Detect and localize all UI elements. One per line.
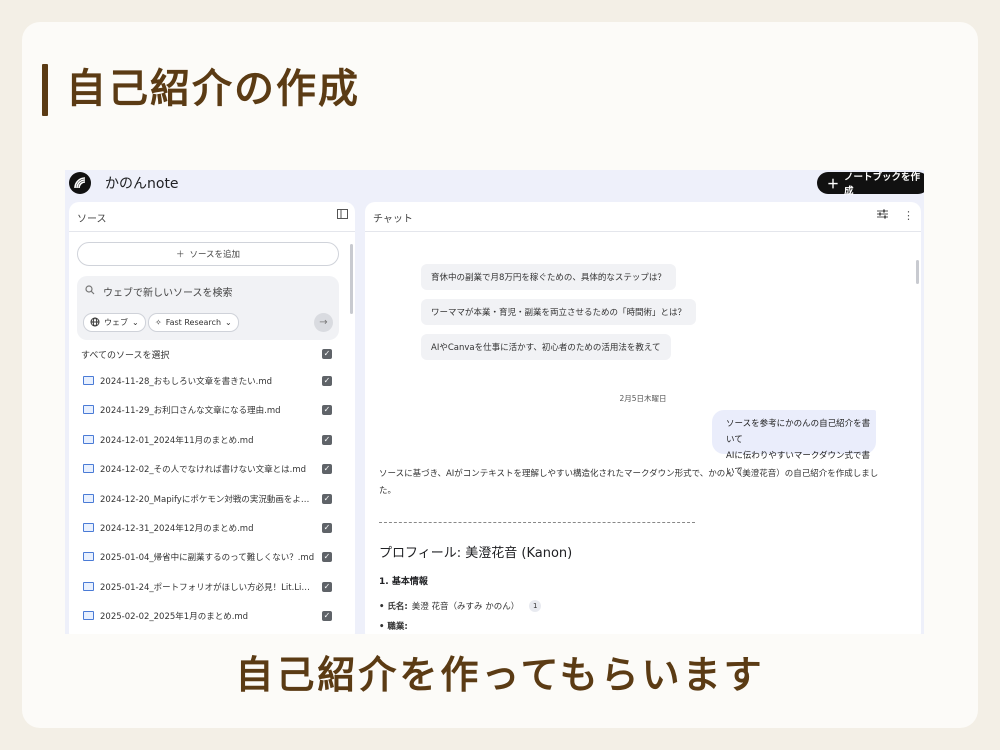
settings-sliders-icon[interactable] (877, 209, 888, 222)
suggested-question[interactable]: 育休中の副業で月8万円を稼ぐための、具体的なステップは？ (421, 264, 676, 290)
source-checkbox[interactable]: ✓ (322, 405, 332, 416)
app-logo-icon[interactable] (69, 172, 91, 194)
source-item[interactable]: 2024-12-20_Mapifyにポケモン対戦の実況動画をよみ... ✓ (69, 490, 355, 519)
section-heading: 1. 基本情報 (379, 577, 428, 587)
markdown-divider (379, 522, 695, 523)
add-source-label: ソースを追加 (189, 250, 241, 260)
markdown-file-icon (83, 581, 94, 591)
web-chip-label: ウェブ (104, 318, 128, 327)
source-item[interactable]: 2024-12-01_2024年11月のまとめ.md ✓ (69, 431, 355, 460)
search-placeholder: ウェブで新しいソースを検索 (103, 288, 233, 299)
new-notebook-button[interactable]: ＋ ノートブックを作成 (817, 172, 924, 197)
markdown-file-icon (83, 611, 94, 621)
arrow-right-icon: → (319, 317, 328, 328)
user-message-line: ソースを参考にかのんの自己紹介を書いて (726, 419, 871, 445)
source-list: 2024-11-28_おもしろい文章を書きたい.md ✓ 2024-11-29_お… (69, 372, 355, 634)
search-input[interactable]: ウェブで新しいソースを検索 (85, 284, 233, 299)
name-value: 美澄 花音（みすみ かのん） (411, 602, 520, 612)
chat-panel-title: チャット (373, 214, 413, 225)
job-label: • 職業: (379, 622, 408, 632)
source-item[interactable]: 2024-11-28_おもしろい文章を書きたい.md ✓ (69, 372, 355, 401)
app-topbar: かのんnote ＋ ノートブックを作成 (65, 170, 924, 202)
response-intro: ソースに基づき、AIがコンテキストを理解しやすい構造化されたマークダウン形式で、… (379, 469, 879, 496)
markdown-file-icon (83, 522, 94, 532)
source-item[interactable]: 2025-01-24_ポートフォリオがほしい方必見！Lit.Link... ✓ (69, 578, 355, 607)
source-item[interactable]: 2024-12-31_2024年12月のまとめ.md ✓ (69, 519, 355, 548)
plus-icon: ＋ (175, 250, 185, 260)
sources-panel: ソース ＋ ソースを追加 ウェブで新しいソースを検索 ウェブ ⌄ ✧ Fast … (69, 202, 355, 634)
add-source-button[interactable]: ＋ ソースを追加 (77, 242, 339, 266)
select-all-label: すべてのソースを選択 (81, 351, 170, 361)
research-sparkle-icon: ✧ (155, 318, 162, 327)
chat-panel-header: チャット ⋮ (365, 202, 921, 232)
collapse-panel-icon[interactable] (337, 209, 348, 222)
profile-heading: プロフィール: 美澄花音 (Kanon) (379, 546, 573, 561)
job-line: • 職業: (379, 620, 408, 632)
suggested-question[interactable]: ワーママが本業・育児・副業を両立させるための「時間術」とは？ (421, 299, 697, 325)
markdown-file-icon (83, 552, 94, 562)
source-item[interactable]: 2025-01-04_帰省中に副業するのって難しくない？.md ✓ (69, 548, 355, 577)
sources-scrollbar[interactable] (350, 244, 353, 314)
source-item[interactable]: 2024-11-29_お利口さんな文章になる理由.md ✓ (69, 401, 355, 430)
markdown-file-icon (83, 376, 94, 385)
source-name: 2025-01-04_帰省中に副業するのって難しくない？.md (100, 553, 315, 564)
source-checkbox[interactable]: ✓ (322, 434, 332, 445)
citation-badge[interactable]: 1 (529, 600, 542, 612)
source-checkbox[interactable]: ✓ (322, 376, 332, 386)
source-checkbox[interactable]: ✓ (322, 493, 332, 504)
date-separator: 2月5日木曜日 (619, 394, 667, 403)
markdown-file-icon (83, 434, 94, 444)
sources-panel-header: ソース (69, 202, 355, 232)
source-checkbox[interactable]: ✓ (322, 464, 332, 475)
source-name: 2024-12-02_その人でなければ書けない文章とは.md (100, 465, 307, 476)
slide-caption: 自己紹介を作ってもらいます (235, 653, 765, 697)
name-line: • 氏名: 美澄 花音（みすみ かのん） 1 (379, 600, 542, 612)
heading-accent-bar (42, 64, 48, 116)
slide-heading: 自己紹介の作成 (66, 66, 360, 112)
name-label: • 氏名: (379, 602, 408, 612)
source-item[interactable]: 2024-12-02_その人でなければ書けない文章とは.md ✓ (69, 460, 355, 489)
markdown-file-icon (83, 405, 94, 415)
source-name: 2024-12-20_Mapifyにポケモン対戦の実況動画をよみ... (100, 494, 315, 505)
markdown-file-icon (83, 493, 94, 503)
chevron-down-icon: ⌄ (132, 318, 139, 327)
source-name: 2024-11-28_おもしろい文章を書きたい.md (100, 377, 273, 387)
new-notebook-label: ノートブックを作成 (844, 172, 921, 197)
research-chip-label: Fast Research (165, 318, 222, 327)
source-item[interactable]: 2025-02-02_2025年1月のまとめ.md ✓ (69, 607, 355, 634)
app-screenshot: かのんnote ＋ ノートブックを作成 ソース ＋ ソースを追加 ウェブで新しい… (65, 170, 924, 634)
more-options-icon[interactable]: ⋮ (903, 209, 914, 222)
sources-panel-title: ソース (77, 214, 107, 225)
chevron-down-icon: ⌄ (225, 318, 232, 327)
web-source-chip[interactable]: ウェブ ⌄ (83, 313, 146, 332)
source-name: 2024-11-29_お利口さんな文章になる理由.md (100, 406, 281, 417)
source-name: 2024-12-31_2024年12月のまとめ.md (100, 523, 254, 534)
source-checkbox[interactable]: ✓ (322, 522, 332, 533)
search-icon (85, 285, 95, 298)
globe-icon (90, 317, 100, 329)
markdown-file-icon (83, 464, 94, 474)
search-submit-button[interactable]: → (314, 313, 333, 332)
source-checkbox[interactable]: ✓ (322, 581, 332, 592)
user-message-bubble: ソースを参考にかのんの自己紹介を書いて AIに伝わりやすいマークダウン式で書いて (712, 410, 876, 477)
chat-panel: チャット ⋮ 育休中の副業で月8万円を稼ぐための、具体的なステップは？ ワーママ… (365, 202, 921, 634)
fast-research-chip[interactable]: ✧ Fast Research ⌄ (148, 313, 239, 332)
suggested-question[interactable]: AIやCanvaを仕事に活かす、初心者のための活用法を教えて (421, 334, 671, 360)
chat-scrollbar[interactable] (916, 260, 919, 284)
select-all-checkbox[interactable]: ✓ (322, 349, 332, 359)
web-search-box: ウェブで新しいソースを検索 ウェブ ⌄ ✧ Fast Research ⌄ → (77, 276, 339, 340)
source-checkbox[interactable]: ✓ (322, 611, 332, 622)
source-name: 2025-02-02_2025年1月のまとめ.md (100, 612, 249, 623)
plus-icon: ＋ (827, 176, 840, 191)
source-checkbox[interactable]: ✓ (322, 552, 332, 563)
notebook-title[interactable]: かのんnote (105, 173, 179, 193)
source-name: 2025-01-24_ポートフォリオがほしい方必見！Lit.Link... (100, 582, 315, 593)
source-name: 2024-12-01_2024年11月のまとめ.md (100, 435, 254, 446)
